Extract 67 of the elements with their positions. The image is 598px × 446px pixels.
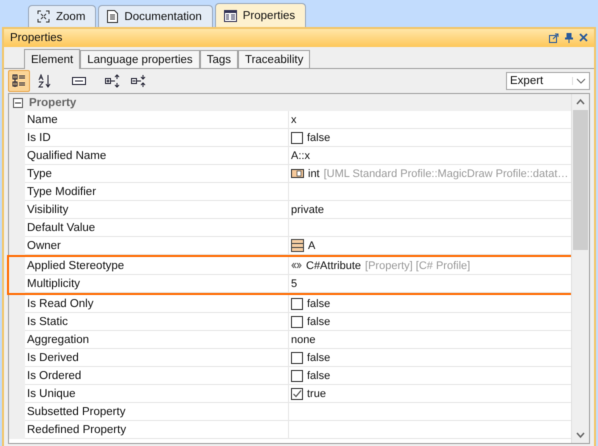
- property-value: A: [308, 240, 316, 252]
- checkbox[interactable]: [291, 370, 303, 382]
- checkbox[interactable]: [291, 388, 303, 400]
- property-value: C#Attribute: [306, 260, 362, 272]
- property-name: Type Modifier: [25, 183, 289, 201]
- property-name: Qualified Name: [25, 147, 289, 165]
- property-name: Is Static: [25, 313, 289, 331]
- collapse-icon[interactable]: [13, 98, 23, 108]
- categorized-list-icon: [12, 74, 26, 88]
- checkbox[interactable]: [291, 316, 303, 328]
- checkbox[interactable]: [291, 352, 303, 364]
- property-name: Type: [25, 165, 289, 183]
- panel-title: Properties: [10, 32, 62, 44]
- text-field-icon: [72, 77, 86, 85]
- view-tab[interactable]: Zoom: [28, 5, 96, 27]
- type-path: [UML Standard Profile::MagicDraw Profile::datat…: [324, 168, 568, 180]
- property-value: false: [307, 132, 330, 144]
- property-value: false: [307, 298, 330, 310]
- collapse-all-icon: [131, 74, 147, 88]
- property-value: true: [307, 388, 326, 400]
- view-tab[interactable]: Properties: [214, 3, 306, 27]
- property-name: Is Derived: [25, 349, 289, 367]
- group-title: Property: [29, 96, 76, 108]
- checkbox[interactable]: [291, 298, 303, 310]
- toolbar-button[interactable]: [8, 70, 30, 92]
- expand-all-icon: [105, 74, 121, 88]
- close-icon[interactable]: [579, 33, 588, 42]
- property-value[interactable]: A::x: [289, 147, 571, 165]
- tab[interactable]: Element: [24, 49, 80, 69]
- property-name: Default Value: [25, 219, 289, 237]
- property-name: Redefined Property: [25, 421, 289, 439]
- property-value[interactable]: 5: [289, 275, 571, 293]
- property-name: Is ID: [25, 129, 289, 147]
- stereotype-details: [Property] [C# Profile]: [365, 260, 470, 272]
- property-name: Name: [25, 111, 289, 129]
- scrollbar[interactable]: [571, 94, 589, 443]
- property-name: Is Ordered: [25, 367, 289, 385]
- property-name: Applied Stereotype: [25, 257, 289, 275]
- property-value: false: [307, 316, 330, 328]
- property-value[interactable]: none: [289, 331, 571, 349]
- zoom-fit-icon: [37, 10, 50, 23]
- pin-icon[interactable]: [565, 33, 573, 43]
- property-name: Multiplicity: [25, 275, 289, 293]
- tab[interactable]: Language properties: [80, 50, 200, 68]
- mode-dropdown[interactable]: Expert: [506, 72, 590, 90]
- document-icon: [107, 10, 118, 23]
- property-name: Subsetted Property: [25, 403, 289, 421]
- float-window-icon[interactable]: [549, 33, 559, 43]
- property-name: Owner: [25, 237, 289, 255]
- class-icon: [291, 239, 304, 252]
- table-icon: [224, 10, 237, 22]
- property-value[interactable]: private: [289, 201, 571, 219]
- tab[interactable]: Traceability: [238, 50, 310, 68]
- property-name: Is Unique: [25, 385, 289, 403]
- property-value: false: [307, 352, 330, 364]
- view-tab[interactable]: Documentation: [98, 5, 213, 27]
- checkbox[interactable]: [291, 132, 303, 144]
- stereotype-icon: [291, 262, 302, 269]
- sort-alphabetical-icon: [38, 74, 52, 88]
- tab[interactable]: Tags: [200, 50, 238, 68]
- scroll-thumb[interactable]: [573, 110, 588, 250]
- property-value: false: [307, 370, 330, 382]
- property-name: Is Read Only: [25, 295, 289, 313]
- property-value: int: [308, 168, 320, 180]
- property-value[interactable]: x: [289, 111, 571, 129]
- property-name: Visibility: [25, 201, 289, 219]
- property-name: Aggregation: [25, 331, 289, 349]
